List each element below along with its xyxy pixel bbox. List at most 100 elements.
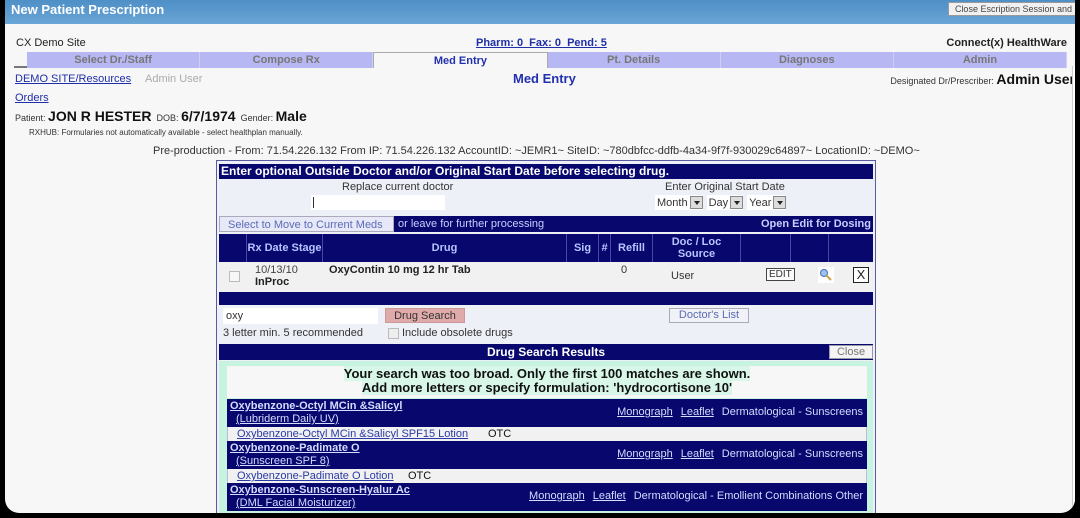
window-title: New Patient Prescription bbox=[11, 2, 165, 17]
drug-search-input[interactable]: oxy bbox=[223, 308, 378, 324]
col-view bbox=[791, 234, 829, 262]
patient-label: Patient: bbox=[15, 113, 46, 123]
start-date-selects: Month Day Year bbox=[655, 195, 787, 210]
demo-site-resources-link[interactable]: DEMO SITE/Resources bbox=[15, 73, 131, 85]
day-value: Day bbox=[708, 196, 729, 209]
chevron-down-icon[interactable] bbox=[730, 196, 744, 209]
designated-label: Designated Dr/Prescriber: bbox=[890, 76, 994, 86]
result-item: Oxybenzone-Octyl MCin &Salicyl (Lubrider… bbox=[227, 399, 867, 427]
result-brand-link[interactable]: (Sunscreen SPF 8) bbox=[236, 455, 330, 467]
pharm-status-link[interactable]: Pharm: 0 Fax: 0 Pend: 5 bbox=[476, 37, 607, 49]
rx-date: 10/13/10 bbox=[255, 264, 298, 276]
title-bar: New Patient Prescription Close Escriptio… bbox=[5, 0, 1075, 24]
edit-button[interactable]: EDIT bbox=[766, 268, 795, 281]
magnifier-icon[interactable] bbox=[818, 267, 834, 283]
otc-badge: OTC bbox=[408, 470, 432, 482]
rx-table-row: 10/13/10 InProc OxyContin 10 mg 12 hr Ta… bbox=[219, 262, 873, 292]
move-to-current-meds-button[interactable]: Select to Move to Current Meds bbox=[219, 216, 394, 232]
prescription-window: New Patient Prescription Close Escriptio… bbox=[5, 0, 1075, 513]
too-broad-message: Your search was too broad. Only the firs… bbox=[227, 366, 867, 398]
gender-label: Gender: bbox=[240, 113, 274, 123]
patient-name: JON R HESTER bbox=[48, 108, 152, 124]
search-hint: 3 letter min. 5 recommended bbox=[223, 327, 364, 339]
results-header: Drug Search Results bbox=[219, 344, 873, 360]
main-tabs: Select Dr./Staff Compose Rx Med Entry Pt… bbox=[27, 52, 1068, 68]
dob-label: DOB: bbox=[156, 113, 179, 123]
designated-value: Admin User bbox=[996, 71, 1075, 87]
close-session-button[interactable]: Close Escription Session and bbox=[947, 2, 1075, 16]
patient-gender: Male bbox=[275, 108, 307, 124]
result-product-row: Oxybenzone-Padimate O Lotion OTC bbox=[227, 469, 867, 483]
leaflet-link[interactable]: Leaflet bbox=[681, 406, 714, 418]
include-obsolete-label: Include obsolete drugs bbox=[402, 327, 513, 339]
result-item: Oxybenzone-Sunscreen-Hyalur Ac (DML Faci… bbox=[227, 483, 867, 511]
panel-header: Enter optional Outside Doctor and/or Ori… bbox=[219, 164, 873, 179]
preproduction-info: Pre-production - From: 71.54.226.132 Fro… bbox=[153, 145, 920, 157]
too-broad-line1: Your search was too broad. Only the firs… bbox=[343, 366, 751, 381]
leaflet-link[interactable]: Leaflet bbox=[681, 448, 714, 460]
col-refill: Refill bbox=[611, 234, 653, 262]
rx-refill: 0 bbox=[621, 264, 628, 276]
patient-info: Patient: JON R HESTER DOB: 6/7/1974 Gend… bbox=[15, 108, 307, 124]
result-category: Dermatological - Sunscreens bbox=[721, 406, 863, 418]
year-value: Year bbox=[749, 196, 772, 209]
include-obsolete-checkbox[interactable] bbox=[388, 327, 399, 339]
chevron-down-icon[interactable] bbox=[773, 196, 787, 209]
col-qty: # bbox=[599, 234, 611, 262]
tab-compose-rx[interactable]: Compose Rx bbox=[200, 52, 374, 68]
drug-search-button[interactable]: Drug Search bbox=[385, 308, 465, 323]
close-results-button[interactable]: Close bbox=[829, 345, 873, 359]
open-edit-dosing-link[interactable]: Open Edit for Dosing bbox=[761, 216, 871, 232]
leave-text: or leave for further processing bbox=[398, 218, 545, 230]
designated-prescriber: Designated Dr/Prescriber: Admin User bbox=[890, 71, 1075, 87]
col-doc-loc-source: Doc / Loc Source bbox=[653, 234, 741, 262]
result-item: Oxybenzone-Padimate O (Sunscreen SPF 8) … bbox=[227, 441, 867, 469]
rx-table-header: Rx Date Stage Drug Sig # Refill Doc / Lo… bbox=[219, 234, 873, 262]
tab-admin[interactable]: Admin bbox=[893, 52, 1068, 68]
monograph-link[interactable]: Monograph bbox=[529, 490, 585, 502]
result-generic-link[interactable]: Oxybenzone-Sunscreen-Hyalur Ac bbox=[230, 484, 410, 496]
orders-link[interactable]: Orders bbox=[15, 92, 49, 104]
replace-doctor-label: Replace current doctor bbox=[342, 181, 454, 193]
row-checkbox[interactable] bbox=[229, 271, 240, 282]
include-obsolete-option[interactable]: Include obsolete drugs bbox=[388, 327, 513, 339]
tab-pt-details[interactable]: Pt. Details bbox=[547, 52, 721, 68]
too-broad-line2: Add more letters or specify formulation:… bbox=[361, 380, 733, 395]
tab-divider bbox=[14, 66, 28, 68]
col-rx-date-stage: Rx Date Stage bbox=[247, 234, 323, 262]
monograph-link[interactable]: Monograph bbox=[617, 448, 673, 460]
col-drug: Drug bbox=[323, 234, 567, 262]
tab-select-dr-staff[interactable]: Select Dr./Staff bbox=[27, 52, 201, 68]
doctors-list-button[interactable]: Doctor's List bbox=[669, 308, 749, 323]
result-brand-link[interactable]: (Lubriderm Daily UV) bbox=[236, 413, 339, 425]
result-product-link[interactable]: Oxybenzone-Octyl MCin &Salicyl SPF15 Lot… bbox=[237, 428, 468, 440]
otc-badge: OTC bbox=[488, 428, 512, 440]
rxhub-notice: RXHUB: Formularies not automatically ava… bbox=[29, 128, 303, 137]
result-product-link[interactable]: Oxybenzone-Padimate O Lotion bbox=[237, 470, 394, 482]
month-select[interactable]: Month bbox=[655, 195, 703, 210]
monograph-link[interactable]: Monograph bbox=[617, 406, 673, 418]
leaflet-link[interactable]: Leaflet bbox=[593, 490, 626, 502]
month-value: Month bbox=[657, 196, 688, 209]
tab-diagnoses[interactable]: Diagnoses bbox=[720, 52, 894, 68]
page-scrollbar[interactable] bbox=[1072, 66, 1075, 513]
rx-stage: InProc bbox=[255, 276, 290, 288]
col-select bbox=[219, 234, 247, 262]
tab-med-entry[interactable]: Med Entry bbox=[373, 52, 548, 68]
results-list: Oxybenzone-Octyl MCin &Salicyl (Lubrider… bbox=[227, 399, 867, 511]
current-user: Admin User bbox=[145, 73, 203, 85]
rx-drug: OxyContin 10 mg 12 hr Tab bbox=[329, 264, 471, 276]
col-sig: Sig bbox=[567, 234, 599, 262]
rx-source: User bbox=[671, 270, 695, 282]
day-select[interactable]: Day bbox=[706, 195, 744, 210]
result-generic-link[interactable]: Oxybenzone-Octyl MCin &Salicyl bbox=[230, 400, 402, 412]
brand-name: Connect(x) HealthWare bbox=[946, 37, 1067, 49]
delete-button[interactable]: X bbox=[853, 267, 869, 283]
result-brand-link[interactable]: (DML Facial Moisturizer) bbox=[236, 497, 355, 509]
chevron-down-icon[interactable] bbox=[689, 196, 703, 209]
result-generic-link[interactable]: Oxybenzone-Padimate O bbox=[230, 442, 360, 454]
result-category: Dermatological - Emollient Combinations … bbox=[633, 490, 863, 502]
start-date-label: Enter Original Start Date bbox=[665, 181, 785, 193]
year-select[interactable]: Year bbox=[747, 195, 787, 210]
replace-doctor-input[interactable] bbox=[311, 195, 445, 210]
